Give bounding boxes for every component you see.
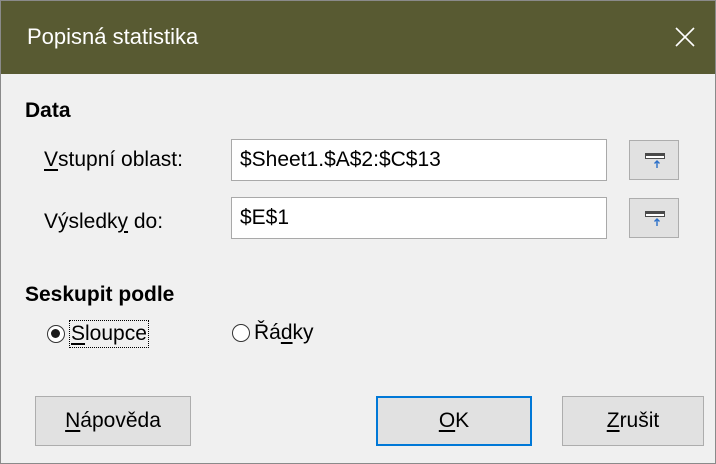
cancel-button[interactable]: Zrušit <box>562 396 704 446</box>
ok-button[interactable]: OK <box>376 396 532 446</box>
results-to-shrink-button[interactable] <box>629 198 679 238</box>
radio-rows-label-pre: Řá <box>254 321 281 344</box>
radio-rows[interactable]: Řádky <box>232 320 314 346</box>
input-range-label-post: stupní oblast: <box>58 148 183 171</box>
help-button-label-post: ápověda <box>80 409 161 432</box>
radio-columns-label: Sloupce <box>69 320 149 348</box>
radio-columns-label-mnemonic: S <box>71 322 86 345</box>
ok-button-label-mnemonic: O <box>438 409 456 432</box>
radio-columns[interactable]: Sloupce <box>47 320 149 348</box>
help-button[interactable]: Nápověda <box>35 396 191 446</box>
ok-button-label-post: K <box>455 409 470 432</box>
radio-button-unchecked[interactable] <box>232 324 250 342</box>
radio-button-checked[interactable] <box>47 325 65 343</box>
results-to-label-post: do: <box>128 210 164 233</box>
dialog-title: Popisná statistika <box>27 24 199 49</box>
help-button-label-mnemonic: N <box>65 409 81 432</box>
cancel-button-label-post: rušit <box>619 409 660 432</box>
radio-columns-label-post: loupce <box>85 322 147 345</box>
radio-rows-label: Řádky <box>254 320 314 346</box>
results-to-label-pre: Výsledk <box>44 210 118 233</box>
title-bar[interactable]: Popisná statistika <box>1 1 715 74</box>
input-range-label-mnemonic: V <box>44 148 59 171</box>
results-to-label: Výsledky do: <box>44 209 163 235</box>
shrink-range-icon <box>645 211 665 226</box>
descriptive-statistics-dialog: Popisná statistika Data Vstupní oblast: … <box>0 0 716 464</box>
close-icon <box>675 27 695 47</box>
results-to-field[interactable] <box>231 197 607 239</box>
results-to-label-mnemonic: y <box>117 210 129 233</box>
input-range-label: Vstupní oblast: <box>44 147 183 173</box>
input-range-field[interactable] <box>231 139 607 181</box>
cancel-button-label-mnemonic: Z <box>606 409 620 432</box>
data-section-heading: Data <box>25 99 71 122</box>
radio-rows-label-post: ky <box>292 321 314 344</box>
group-by-section-heading: Seskupit podle <box>25 283 175 306</box>
input-range-shrink-button[interactable] <box>629 140 679 180</box>
radio-rows-label-mnemonic: d <box>280 321 293 344</box>
shrink-range-icon <box>645 153 665 168</box>
close-button[interactable] <box>655 1 715 74</box>
